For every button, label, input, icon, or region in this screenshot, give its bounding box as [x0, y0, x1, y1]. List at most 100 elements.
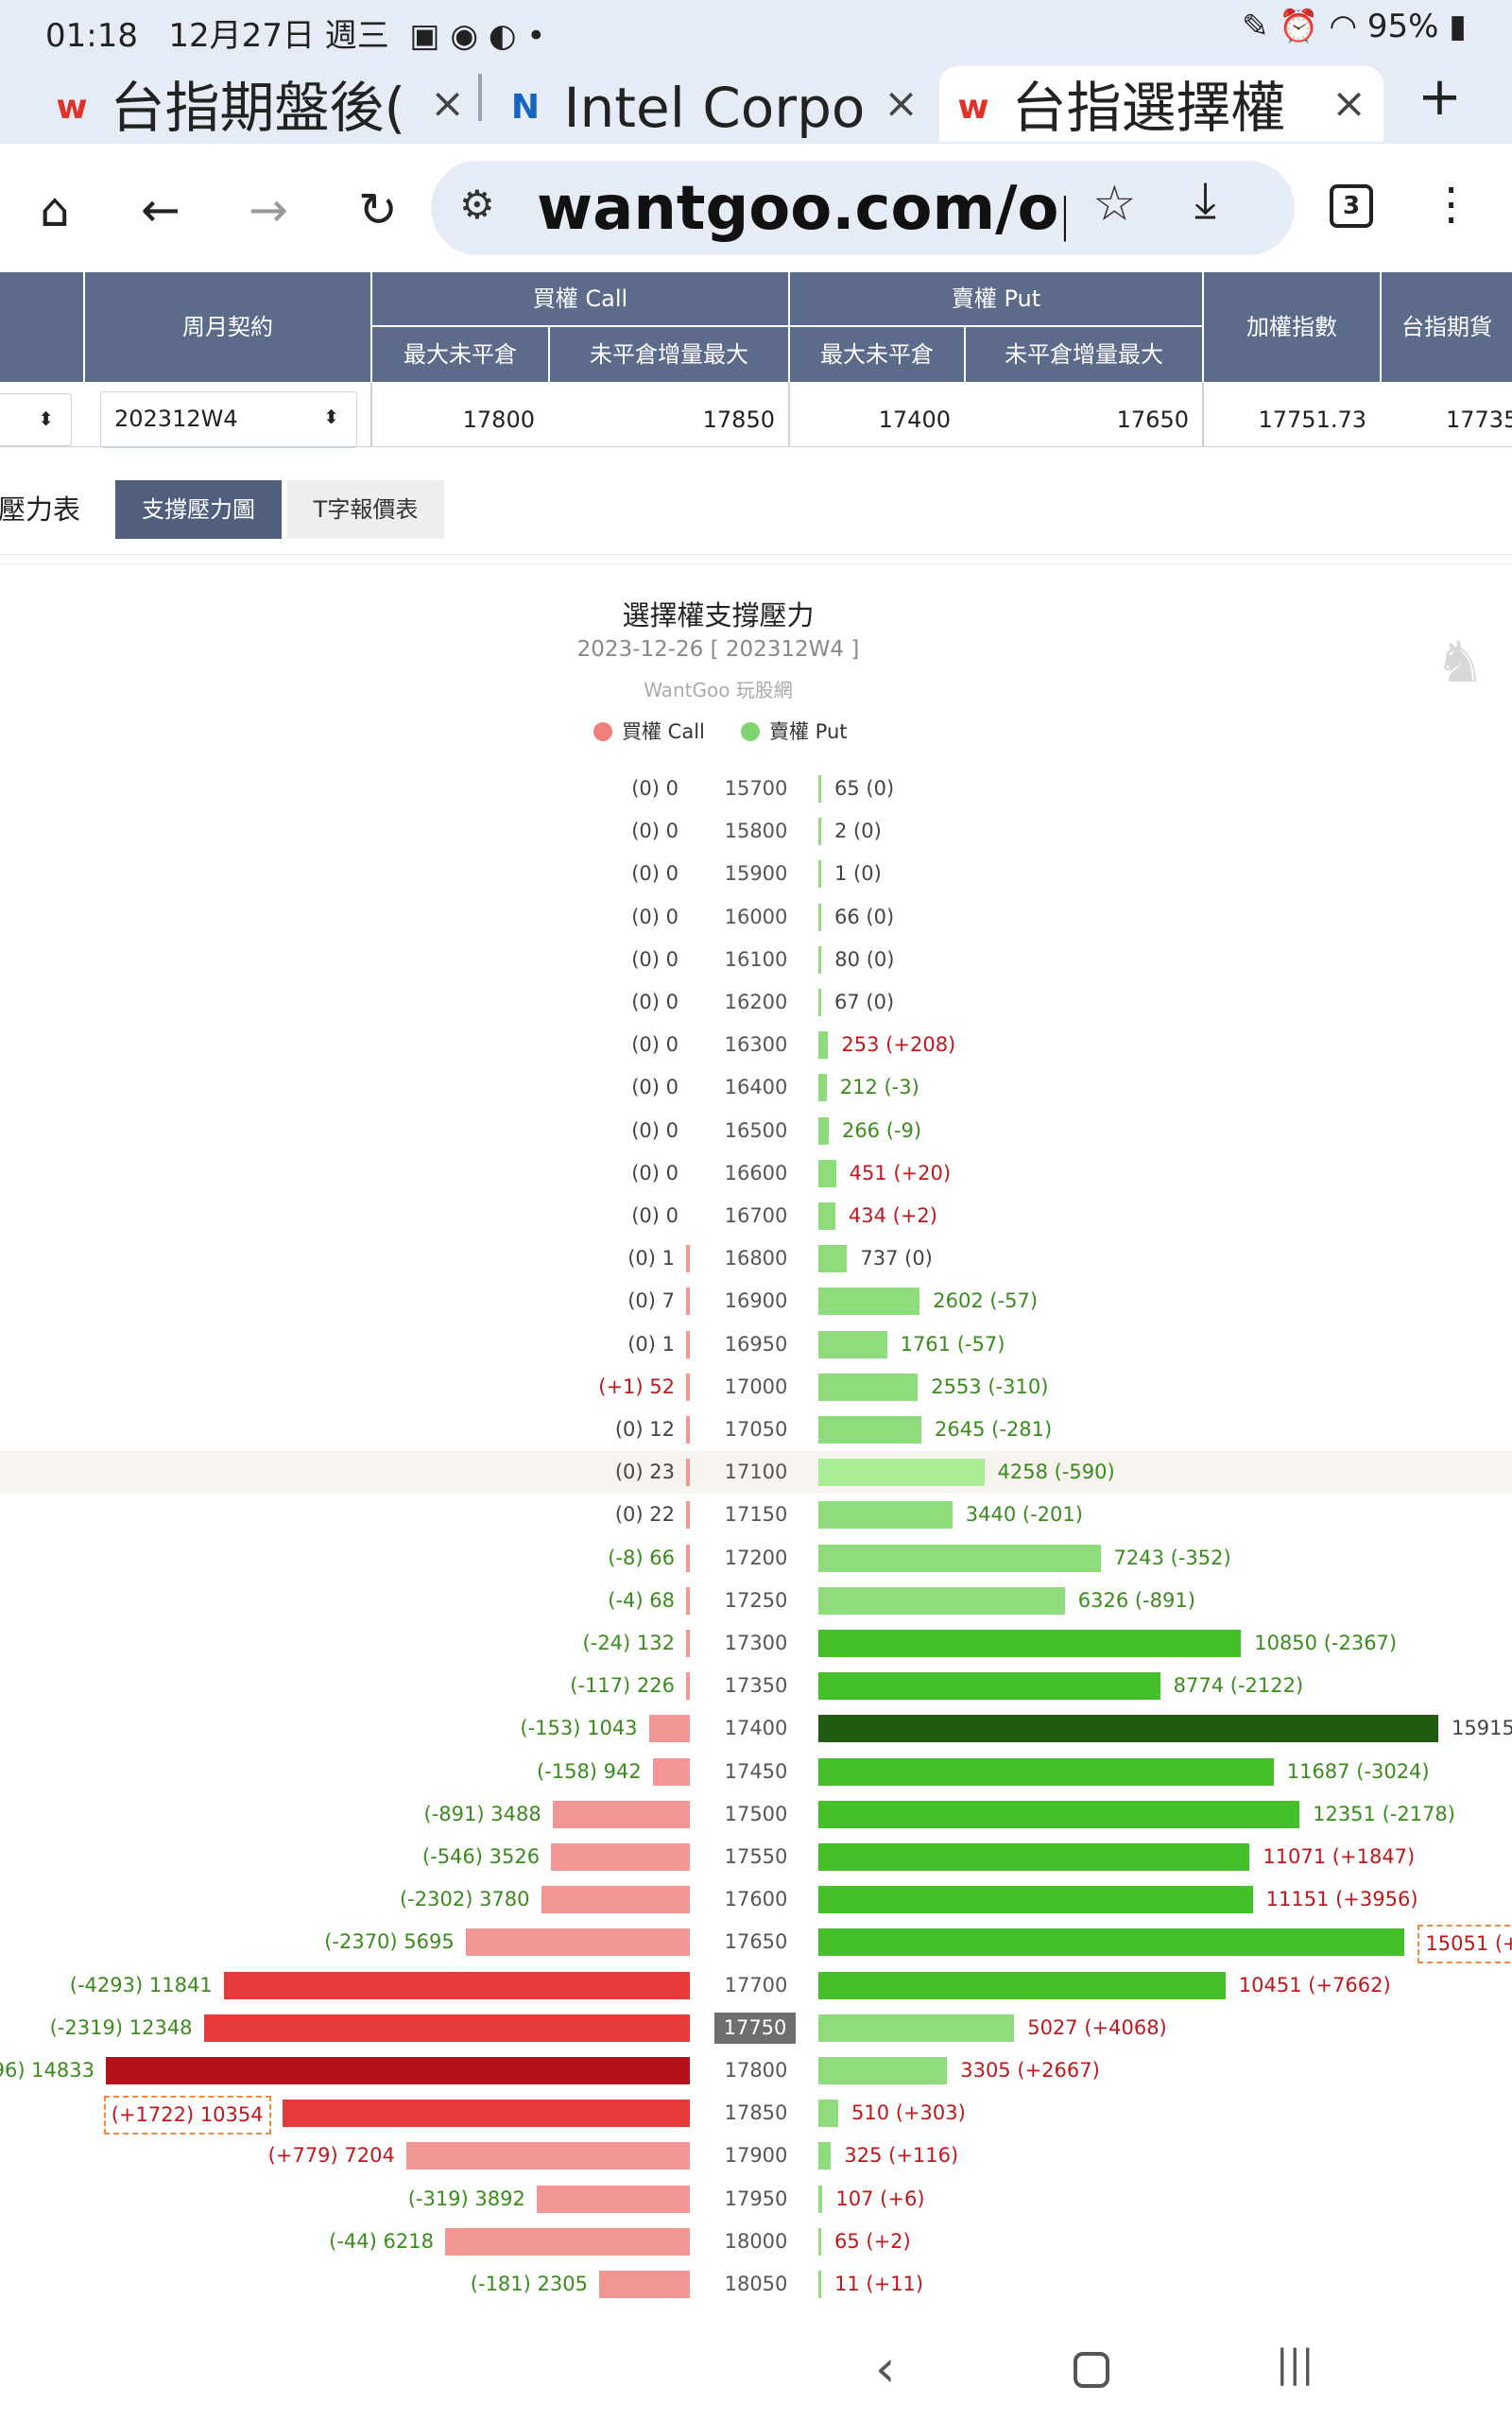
home-icon[interactable]: ⌂	[26, 182, 83, 238]
put-bar	[818, 1330, 887, 1358]
call-label: (-8) 66	[608, 1546, 675, 1569]
nav-back-icon[interactable]: ‹	[875, 2339, 896, 2398]
close-tab-icon[interactable]: ×	[430, 66, 465, 142]
put-bar	[818, 1031, 829, 1060]
new-tab-icon[interactable]: +	[1418, 66, 1462, 128]
tab-intel[interactable]: N Intel Corpo ×	[491, 66, 936, 142]
put-bar	[818, 2185, 823, 2213]
put-bar	[818, 1459, 985, 1487]
legend-call[interactable]: 買權 Call	[593, 717, 705, 745]
put-label: 266 (-9)	[841, 1118, 922, 1142]
put-bar	[818, 2057, 948, 2084]
chart-row: (0) 1 16800 737 (0)	[0, 1237, 1512, 1280]
call-bar	[686, 1330, 690, 1358]
nav-home-icon[interactable]	[1074, 2352, 1109, 2388]
call-bar	[686, 1245, 690, 1273]
tab-count-button[interactable]: 3	[1330, 184, 1373, 228]
put-label: 3440 (-201)	[965, 1503, 1083, 1527]
call-label: (-2370) 5695	[324, 1930, 455, 1954]
col-divider	[788, 382, 790, 446]
put-bar	[818, 1715, 1438, 1743]
call-max-inc-value: 17850	[702, 406, 775, 433]
more-menu-icon[interactable]: · · ·	[1444, 168, 1458, 244]
address-bar[interactable]: ⚙ wantgoo.com/op ☆ ⤓	[431, 161, 1295, 255]
strike-price: 17950	[724, 2187, 788, 2210]
site-settings-icon[interactable]: ⚙	[459, 182, 495, 228]
legend-call-label: 買權 Call	[622, 720, 705, 743]
put-label: 5027 (+4068)	[1027, 2015, 1167, 2039]
call-bar	[686, 1459, 690, 1487]
legend-put[interactable]: 賣權 Put	[741, 717, 848, 745]
divider	[0, 563, 1512, 564]
put-label: 12351 (-2178)	[1313, 1802, 1455, 1825]
tab-taiex-options[interactable]: w 台指選擇權 ×	[939, 66, 1383, 142]
put-label: 10451 (+7662)	[1238, 1973, 1391, 1996]
put-label: 2602 (-57)	[933, 1289, 1039, 1313]
chart-row: (0) 0 16100 80 (0)	[0, 939, 1512, 981]
put-bar	[818, 1928, 1405, 1957]
strike-price: 17550	[724, 1845, 788, 1868]
status-bar: 01:18 12月27日 週三 ▣ ◉ ◐ • ✎ ⏰ ◠ 95% ▮	[0, 0, 1512, 57]
call-label: (0) 23	[614, 1461, 675, 1484]
download-icon[interactable]: ⤓	[1194, 172, 1216, 230]
url-text[interactable]: wantgoo.com/op	[537, 174, 1066, 244]
summary-header-blank	[0, 272, 83, 382]
close-tab-icon[interactable]: ×	[1332, 66, 1366, 142]
chart-row: (0) 0 16000 66 (0)	[0, 896, 1512, 939]
put-max-inc-value: 17650	[1116, 406, 1189, 433]
close-tab-icon[interactable]: ×	[884, 66, 919, 142]
put-bar	[818, 945, 822, 974]
put-bar	[818, 1159, 836, 1187]
chart-row: (-319) 3892 17950 107 (+6)	[0, 2178, 1512, 2221]
call-label: (0) 0	[631, 1033, 679, 1057]
battery-level: 95%	[1366, 8, 1439, 45]
call-label: (-153) 1043	[520, 1717, 638, 1740]
chart-row: (-2302) 3780 17600 11151 (+3956)	[0, 1878, 1512, 1921]
put-bar	[818, 1672, 1160, 1701]
put-bar	[818, 1288, 920, 1316]
put-label: 65 (+2)	[834, 2229, 911, 2253]
put-label: 8774 (-2122)	[1173, 1674, 1304, 1698]
put-label: 510 (+303)	[851, 2101, 966, 2125]
nav-recents-icon[interactable]: |||	[1276, 2342, 1314, 2386]
reload-icon[interactable]: ↻	[350, 182, 406, 238]
call-bar	[686, 1373, 690, 1401]
strike-price: 17400	[724, 1717, 788, 1740]
page-content: 周月契約 買權 Call 最大未平倉 未平倉增量最大 賣權 Put 最大未平倉 …	[0, 272, 1512, 2314]
view-tab-t-quote[interactable]: T字報價表	[287, 480, 444, 539]
chart-row: (+1) 52 17000 2553 (-310)	[0, 1366, 1512, 1409]
pen-icon: ✎	[1241, 8, 1269, 45]
put-label: 15915	[1452, 1717, 1512, 1740]
put-bar	[818, 1886, 1253, 1914]
put-bar	[818, 1373, 919, 1401]
view-tab-pressure-table[interactable]: 壓力表	[0, 488, 80, 527]
view-tab-support-chart[interactable]: 支撐壓力圖	[115, 480, 282, 539]
status-date: 12月27日 週三	[168, 17, 389, 55]
call-bar	[106, 2057, 690, 2084]
put-label: 15051 (+1	[1418, 1925, 1512, 1964]
put-label: 67 (0)	[834, 991, 895, 1013]
put-bar	[818, 1843, 1250, 1871]
strike-price: 15900	[724, 862, 788, 886]
put-bar	[818, 1501, 953, 1530]
contract-select[interactable]: 202312W4 ⬍	[100, 391, 357, 448]
call-bar	[551, 1843, 690, 1871]
left-select[interactable]: ⬍	[0, 393, 72, 446]
call-label: (0) 1	[627, 1332, 675, 1356]
system-nav-bar: ‹ |||	[0, 2314, 1512, 2420]
tab-taiex-afterhours[interactable]: w 台指期盤後( ×	[38, 66, 482, 142]
put-label: 107 (+6)	[835, 2187, 925, 2210]
back-icon[interactable]: ←	[132, 182, 189, 238]
put-bar	[818, 1074, 827, 1102]
forward-icon[interactable]: →	[240, 182, 297, 238]
wifi-icon: ◠	[1329, 8, 1358, 45]
chart-row: (-153) 1043 17400 15915	[0, 1707, 1512, 1750]
call-bar	[686, 1501, 690, 1530]
strike-price: 17750	[714, 2012, 796, 2044]
put-label: 3305 (+2667)	[960, 2059, 1100, 2082]
bookmark-star-icon[interactable]: ☆	[1092, 176, 1137, 233]
header-call-max-inc: 未平倉增量最大	[550, 327, 788, 382]
chart-row: (0) 1 16950 1761 (-57)	[0, 1323, 1512, 1366]
call-bar	[598, 2271, 690, 2298]
browser-toolbar: ⌂ ← → ↻ ⚙ wantgoo.com/op ☆ ⤓ 3 · · ·	[0, 144, 1512, 272]
